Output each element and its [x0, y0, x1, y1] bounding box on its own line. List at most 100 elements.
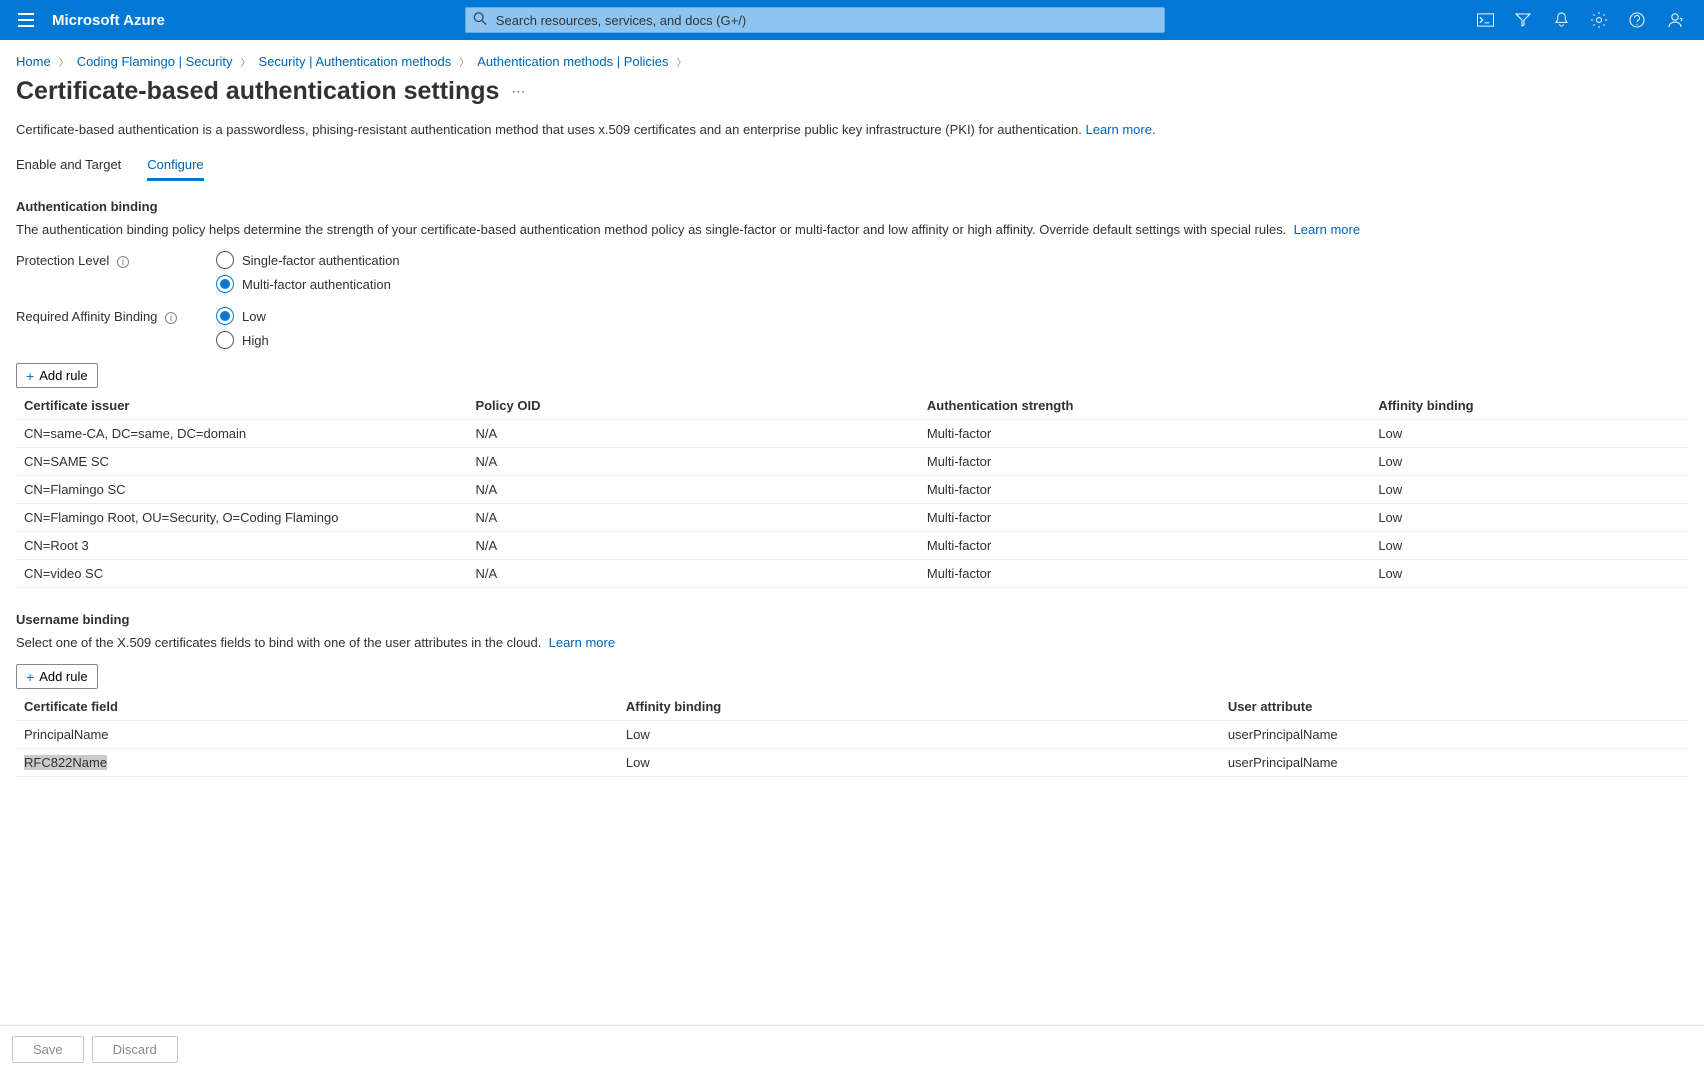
- col-cert-field[interactable]: Certificate field: [16, 693, 618, 721]
- table-row[interactable]: CN=same-CA, DC=same, DC=domainN/AMulti-f…: [16, 420, 1688, 448]
- table-row[interactable]: RFC822NameLowuserPrincipalName: [16, 749, 1688, 777]
- col-auth-strength[interactable]: Authentication strength: [919, 392, 1370, 420]
- cell-attr: userPrincipalName: [1220, 721, 1688, 749]
- breadcrumb-link[interactable]: Coding Flamingo | Security: [77, 54, 233, 69]
- breadcrumb-link[interactable]: Home: [16, 54, 51, 69]
- intro-body: Certificate-based authentication is a pa…: [16, 122, 1082, 137]
- learn-more-link[interactable]: Learn more: [1294, 222, 1360, 237]
- table-row[interactable]: CN=Root 3N/AMulti-factorLow: [16, 532, 1688, 560]
- table-row[interactable]: CN=Flamingo SCN/AMulti-factorLow: [16, 476, 1688, 504]
- plus-icon: +: [26, 670, 34, 684]
- tabs: Enable and Target Configure: [16, 157, 1688, 181]
- cell-issuer: CN=Root 3: [16, 532, 467, 560]
- col-policy-oid[interactable]: Policy OID: [467, 392, 918, 420]
- help-icon[interactable]: [1628, 11, 1646, 29]
- auth-binding-heading: Authentication binding: [16, 199, 1688, 214]
- username-binding-heading: Username binding: [16, 612, 1688, 627]
- settings-icon[interactable]: [1590, 11, 1608, 29]
- col-affinity[interactable]: Affinity binding: [1370, 392, 1688, 420]
- cell-attr: userPrincipalName: [1220, 749, 1688, 777]
- breadcrumb-link[interactable]: Authentication methods | Policies: [477, 54, 668, 69]
- cell-issuer: CN=Flamingo SC: [16, 476, 467, 504]
- auth-binding-table: Certificate issuer Policy OID Authentica…: [16, 392, 1688, 588]
- save-button[interactable]: Save: [12, 1036, 84, 1063]
- cell-field: PrincipalName: [16, 721, 618, 749]
- learn-more-link[interactable]: Learn more: [1085, 122, 1151, 137]
- cell-strength: Multi-factor: [919, 448, 1370, 476]
- search-icon: [473, 12, 487, 29]
- learn-more-link[interactable]: Learn more: [549, 635, 615, 650]
- table-row[interactable]: PrincipalNameLowuserPrincipalName: [16, 721, 1688, 749]
- cell-affinity: Low: [618, 721, 1220, 749]
- cell-affinity: Low: [1370, 448, 1688, 476]
- cell-affinity: Low: [1370, 420, 1688, 448]
- tab-configure[interactable]: Configure: [147, 157, 203, 181]
- chevron-right-icon: 〉: [241, 54, 251, 69]
- cell-affinity: Low: [1370, 504, 1688, 532]
- affinity-binding-options: Low High: [216, 307, 269, 349]
- radio-affinity-low[interactable]: Low: [216, 307, 269, 325]
- auth-binding-desc: The authentication binding policy helps …: [16, 222, 1688, 237]
- add-rule-button[interactable]: +Add rule: [16, 664, 98, 689]
- header-actions: [1476, 11, 1694, 29]
- tab-enable-target[interactable]: Enable and Target: [16, 157, 121, 181]
- col-user-attr[interactable]: User attribute: [1220, 693, 1688, 721]
- protection-level-options: Single-factor authentication Multi-facto…: [216, 251, 400, 293]
- more-actions-icon[interactable]: ⋯: [511, 83, 526, 100]
- main-content: Certificate-based authentication is a pa…: [0, 122, 1704, 847]
- chevron-right-icon: 〉: [59, 54, 69, 69]
- plus-icon: +: [26, 369, 34, 383]
- breadcrumb-link[interactable]: Security | Authentication methods: [259, 54, 452, 69]
- cell-oid: N/A: [467, 448, 918, 476]
- cell-issuer: CN=Flamingo Root, OU=Security, O=Coding …: [16, 504, 467, 532]
- radio-multi-factor[interactable]: Multi-factor authentication: [216, 275, 400, 293]
- chevron-right-icon: 〉: [677, 54, 687, 69]
- cell-oid: N/A: [467, 560, 918, 588]
- cell-affinity: Low: [1370, 560, 1688, 588]
- add-rule-button[interactable]: +Add rule: [16, 363, 98, 388]
- breadcrumb: Home 〉 Coding Flamingo | Security 〉 Securi…: [0, 40, 1704, 75]
- filter-icon[interactable]: [1514, 11, 1532, 29]
- col-cert-issuer[interactable]: Certificate issuer: [16, 392, 467, 420]
- notifications-icon[interactable]: [1552, 11, 1570, 29]
- cell-oid: N/A: [467, 420, 918, 448]
- cell-issuer: CN=video SC: [16, 560, 467, 588]
- cell-affinity: Low: [1370, 532, 1688, 560]
- table-row[interactable]: CN=SAME SCN/AMulti-factorLow: [16, 448, 1688, 476]
- cell-oid: N/A: [467, 532, 918, 560]
- info-icon[interactable]: i: [117, 256, 129, 268]
- cell-field: RFC822Name: [16, 749, 618, 777]
- search-input[interactable]: [465, 7, 1165, 33]
- cell-strength: Multi-factor: [919, 532, 1370, 560]
- intro-text: Certificate-based authentication is a pa…: [16, 122, 1688, 137]
- info-icon[interactable]: i: [165, 312, 177, 324]
- affinity-binding-row: Required Affinity Binding i Low High: [16, 307, 1688, 349]
- cell-strength: Multi-factor: [919, 420, 1370, 448]
- cell-strength: Multi-factor: [919, 504, 1370, 532]
- cell-affinity: Low: [618, 749, 1220, 777]
- chevron-right-icon: 〉: [459, 54, 469, 69]
- radio-affinity-high[interactable]: High: [216, 331, 269, 349]
- global-search: [465, 7, 1165, 33]
- username-binding-table: Certificate field Affinity binding User …: [16, 693, 1688, 777]
- feedback-icon[interactable]: [1666, 11, 1684, 29]
- cell-issuer: CN=same-CA, DC=same, DC=domain: [16, 420, 467, 448]
- cell-oid: N/A: [467, 476, 918, 504]
- protection-level-label: Protection Level i: [16, 251, 216, 268]
- cell-strength: Multi-factor: [919, 560, 1370, 588]
- cloud-shell-icon[interactable]: [1476, 11, 1494, 29]
- brand-label: Microsoft Azure: [52, 12, 165, 29]
- top-header: Microsoft Azure: [0, 0, 1704, 40]
- cell-affinity: Low: [1370, 476, 1688, 504]
- page-title-row: Certificate-based authentication setting…: [0, 75, 1704, 122]
- radio-single-factor[interactable]: Single-factor authentication: [216, 251, 400, 269]
- discard-button[interactable]: Discard: [92, 1036, 178, 1063]
- protection-level-row: Protection Level i Single-factor authent…: [16, 251, 1688, 293]
- menu-icon[interactable]: [16, 10, 36, 30]
- col-affinity[interactable]: Affinity binding: [618, 693, 1220, 721]
- affinity-binding-label: Required Affinity Binding i: [16, 307, 216, 324]
- cell-strength: Multi-factor: [919, 476, 1370, 504]
- table-row[interactable]: CN=video SCN/AMulti-factorLow: [16, 560, 1688, 588]
- cell-issuer: CN=SAME SC: [16, 448, 467, 476]
- table-row[interactable]: CN=Flamingo Root, OU=Security, O=Coding …: [16, 504, 1688, 532]
